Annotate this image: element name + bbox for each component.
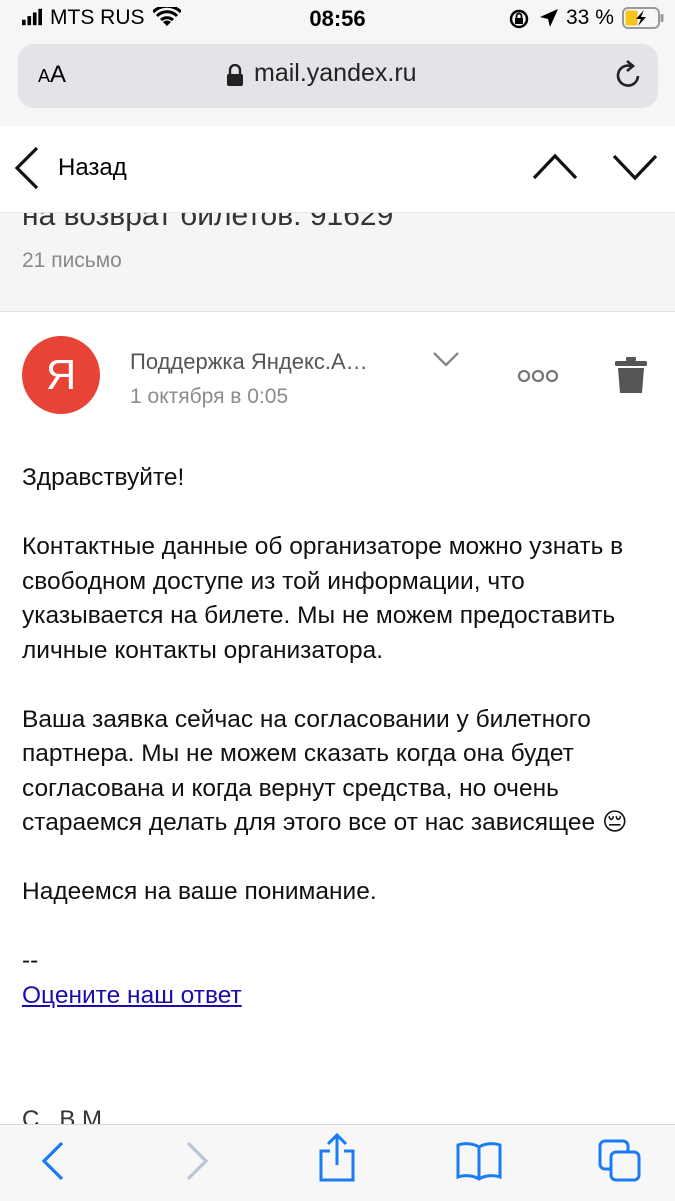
status-bar: MTS RUS 08:56 33 %	[0, 0, 675, 40]
lock-icon	[227, 64, 243, 86]
thread-header: на возврат билетов: 91629 21 письмо	[0, 213, 675, 312]
next-message-button[interactable]	[612, 152, 658, 182]
tabs-icon[interactable]	[598, 1139, 642, 1183]
url-text[interactable]: mail.yandex.ru	[254, 59, 417, 88]
previous-message-button[interactable]	[532, 152, 578, 182]
share-icon[interactable]	[318, 1133, 356, 1183]
rate-answer-link[interactable]: Оцените наш ответ	[22, 982, 242, 1009]
sender-name[interactable]: Поддержка Яндекс.А…	[130, 349, 368, 375]
more-options-icon[interactable]	[517, 368, 559, 384]
paragraph-request: Ваша заявка сейчас на согласовании у бил…	[22, 705, 628, 837]
mail-navbar: Назад	[0, 126, 675, 213]
location-icon	[540, 9, 558, 27]
message-body: Здравствуйте! Контактные данные об орган…	[22, 461, 652, 1013]
trash-icon[interactable]	[614, 356, 648, 394]
chevron-down-icon[interactable]	[432, 350, 460, 368]
battery-charging-icon	[622, 7, 664, 29]
back-label: Назад	[58, 154, 127, 181]
thread-count: 21 письмо	[22, 249, 122, 272]
signature-separator: --	[22, 947, 39, 974]
forward-arrow-icon[interactable]	[182, 1139, 212, 1183]
greeting: Здравствуйте!	[22, 464, 185, 491]
browser-chrome: AA mail.yandex.ru	[0, 40, 675, 127]
chevron-left-icon	[14, 146, 39, 190]
back-arrow-icon[interactable]	[38, 1139, 68, 1183]
browser-toolbar	[0, 1124, 675, 1201]
battery-percent: 33 %	[566, 6, 614, 29]
rotation-lock-icon	[509, 9, 529, 29]
thread-subject: на возврат билетов: 91629	[22, 213, 394, 232]
text-size-button[interactable]: AA	[38, 61, 66, 89]
paragraph-contacts: Контактные данные об организаторе можно …	[22, 533, 624, 664]
reload-icon[interactable]	[614, 59, 644, 91]
address-bar[interactable]: AA mail.yandex.ru	[18, 44, 658, 108]
message-date: 1 октября в 0:05	[130, 385, 289, 408]
closing-line: Надеемся на ваше понимание.	[22, 878, 377, 905]
bookmarks-icon[interactable]	[456, 1141, 502, 1181]
back-button[interactable]: Назад	[14, 146, 127, 190]
avatar[interactable]: Я	[22, 336, 100, 414]
